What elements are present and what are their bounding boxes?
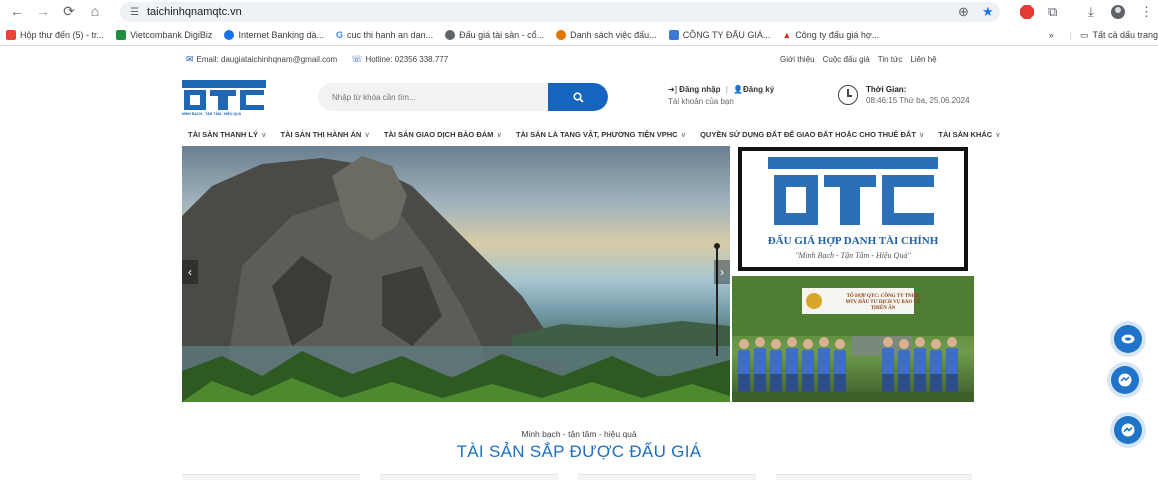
top-link-cuoc-dau-gia[interactable]: Cuộc đấu giá (823, 55, 870, 64)
menu-item-tang-vat[interactable]: TÀI SẢN LÀ TANG VẬT, PHƯƠNG TIỆN VPHC ∨ (516, 130, 686, 139)
login-link[interactable]: ➜] Đăng nhập (668, 85, 721, 94)
bookmarks-overflow[interactable]: » | ▭ Tất cả dấu trang (1042, 24, 1158, 45)
asset-card[interactable] (182, 474, 360, 480)
qtc-large-logo-icon (768, 157, 938, 225)
user-plus-icon: 👤 (733, 85, 744, 94)
more-menu-icon[interactable]: ⋮ (1140, 3, 1153, 21)
time-label: Thời Gian: (866, 85, 907, 94)
adblock-icon[interactable] (1020, 3, 1034, 21)
message-icon (1118, 373, 1132, 387)
folder-icon: ▭ (1079, 29, 1089, 40)
site-info-icon[interactable]: ☰ (130, 7, 139, 18)
all-bookmarks-link[interactable]: Tất cả dấu trang (1092, 30, 1158, 40)
site-logo[interactable]: MINH BẠCH - TẬN TÂM - HIỆU QUẢ (182, 80, 266, 118)
slider-prev-button[interactable]: ‹ (182, 260, 198, 284)
gmail-icon (6, 29, 16, 40)
chevron-down-icon: ∨ (261, 129, 267, 139)
asset-card[interactable] (776, 474, 972, 480)
chevron-down-icon: ∨ (995, 129, 1001, 139)
bookmark-item[interactable]: Gcuc thi hanh an dan... (330, 30, 439, 40)
chevron-down-icon: ∨ (496, 129, 502, 139)
monument-illustration (182, 156, 730, 402)
bookmark-item[interactable]: Danh sách việc đấu... (550, 29, 663, 40)
address-bar[interactable]: ☰ taichinhqnamqtc.vn (120, 2, 1000, 22)
slider-next-button[interactable]: › (714, 260, 730, 284)
divider: | (725, 85, 728, 94)
phone-icon (1121, 334, 1135, 344)
back-icon[interactable]: ← (6, 3, 28, 19)
asset-card[interactable] (380, 474, 558, 480)
top-info-bar: ✉ Email: daugiataichinhqnam@gmail.com ☏ Ho… (0, 48, 1158, 70)
star-icon[interactable]: ★ (982, 3, 994, 21)
extensions-icon[interactable]: ⧉ (1048, 3, 1057, 21)
bookmark-item[interactable]: Vietcombank DigiBiz (110, 29, 218, 40)
bookmark-item[interactable]: Internet Banking dà... (218, 29, 330, 40)
chevron-right-icon: › (720, 265, 724, 279)
mail-icon: ✉ (186, 53, 194, 64)
divider: | (1069, 30, 1072, 40)
menu-item-thanh-ly[interactable]: TÀI SẢN THANH LÝ ∨ (188, 130, 267, 139)
hero-slider[interactable]: ‹ › (182, 146, 730, 402)
call-button[interactable] (1114, 325, 1142, 353)
search-box (318, 83, 608, 111)
bookmark-item[interactable]: Hộp thư đến (5) - tr... (0, 29, 110, 40)
bookmark-item[interactable]: ▲ Công ty đấu giá hợ... (776, 30, 885, 40)
chevron-left-icon: ‹ (188, 265, 192, 279)
google-icon: G (336, 29, 344, 40)
chevron-down-icon: ∨ (918, 129, 925, 139)
url-text: taichinhqnamqtc.vn (146, 6, 242, 18)
time-value: 08:46:15 Thứ ba, 25.06.2024 (866, 96, 970, 105)
main-menu: TÀI SẢN THANH LÝ ∨ TÀI SẢN THI HÀNH ÁN ∨ T… (0, 126, 1158, 142)
browser-toolbar: ← → ⟳ ⌂ ☰ taichinhqnamqtc.vn ⊕ ★ ⧉ ⤓ ⋮ (0, 0, 1158, 24)
top-link-lien-he[interactable]: Liên hệ (910, 55, 936, 64)
more-bookmarks-button[interactable]: » (1049, 30, 1054, 40)
reload-icon[interactable]: ⟳ (58, 3, 80, 20)
banner-slogan: "Minh Bạch - Tận Tâm - Hiệu Quả" (795, 251, 911, 260)
search-input[interactable] (318, 83, 548, 111)
building-icon (668, 29, 679, 40)
register-link[interactable]: 👤Đăng ký (733, 85, 774, 94)
search-icon (572, 91, 584, 103)
menu-item-thi-hanh-an[interactable]: TÀI SẢN THI HÀNH ÁN ∨ (281, 130, 370, 139)
triangle-icon: ▲ (782, 29, 792, 40)
download-icon[interactable]: ⤓ (1088, 3, 1094, 21)
phone-icon: ☏ (351, 53, 363, 64)
account-area: ➜] Đăng nhập | 👤Đăng ký Tài khoản của bạ… (668, 84, 774, 108)
menu-item-quyen-su-dung-dat[interactable]: QUYỀN SỬ DỤNG ĐẤT ĐỂ GIAO ĐẤT HOẶC CHO T… (700, 130, 924, 139)
emblem-icon (556, 29, 567, 40)
brand-banner[interactable]: ĐẤU GIÁ HỢP DANH TÀI CHÍNH "Minh Bạch - … (738, 147, 968, 271)
clock-icon (838, 85, 858, 105)
hotline-contact[interactable]: ☏ Hotline: 02356 338.777 (351, 54, 448, 65)
profile-icon[interactable] (1110, 3, 1126, 21)
account-subtitle: Tài khoản của bạn (668, 97, 734, 106)
forward-icon[interactable]: → (32, 3, 54, 19)
menu-item-giao-dich-bao-dam[interactable]: TÀI SẢN GIAO DỊCH BẢO ĐẢM ∨ (384, 130, 502, 139)
vietcombank-icon (116, 29, 127, 40)
section-tagline: Minh bạch - tận tâm - hiệu quả (521, 429, 637, 439)
message-button[interactable] (1111, 366, 1139, 394)
bookmark-item[interactable]: Đấu giá tài sản - cổ... (439, 29, 550, 40)
banner-caption: TỔ HỢP QTC: CÔNG TY TNHH MTV ĐẦU TƯ DỊCH… (845, 294, 921, 311)
zoom-icon[interactable]: ⊕ (958, 3, 969, 21)
email-contact[interactable]: ✉ Email: daugiataichinhqnam@gmail.com (186, 54, 337, 65)
home-icon[interactable]: ⌂ (84, 3, 106, 19)
bank-icon (224, 29, 235, 40)
logo-slogan: MINH BẠCH - TẬN TÂM - HIỆU QUẢ (182, 112, 242, 116)
bookmark-item[interactable]: CÔNG TY ĐẤU GIÁ... (663, 29, 777, 40)
bookmarks-bar: Hộp thư đến (5) - tr... Vietcombank Digi… (0, 24, 1158, 46)
section-title: TÀI SẢN SẮP ĐƯỢC ĐẤU GIÁ (456, 442, 702, 461)
banner-brand-name: ĐẤU GIÁ HỢP DANH TÀI CHÍNH (767, 235, 939, 247)
top-link-tin-tuc[interactable]: Tin tức (878, 55, 903, 64)
time-display: Thời Gian: 08:46:15 Thứ ba, 25.06.2024 (838, 84, 970, 106)
site-header: MINH BẠCH - TẬN TÂM - HIỆU QUẢ ➜] Đăng n… (0, 72, 1158, 122)
chevron-down-icon: ∨ (364, 129, 370, 139)
search-button[interactable] (548, 83, 608, 111)
chevron-down-icon: ∨ (680, 129, 687, 139)
asset-card[interactable] (578, 474, 756, 480)
menu-item-tai-san-khac[interactable]: TÀI SẢN KHÁC ∨ (938, 130, 1000, 139)
login-icon: ➜] (668, 85, 677, 94)
top-link-gioi-thieu[interactable]: Giới thiệu (780, 55, 815, 64)
security-team-banner[interactable]: TỔ HỢP QTC: CÔNG TY TNHH MTV ĐẦU TƯ DỊCH… (732, 276, 974, 402)
globe-icon (445, 29, 456, 40)
